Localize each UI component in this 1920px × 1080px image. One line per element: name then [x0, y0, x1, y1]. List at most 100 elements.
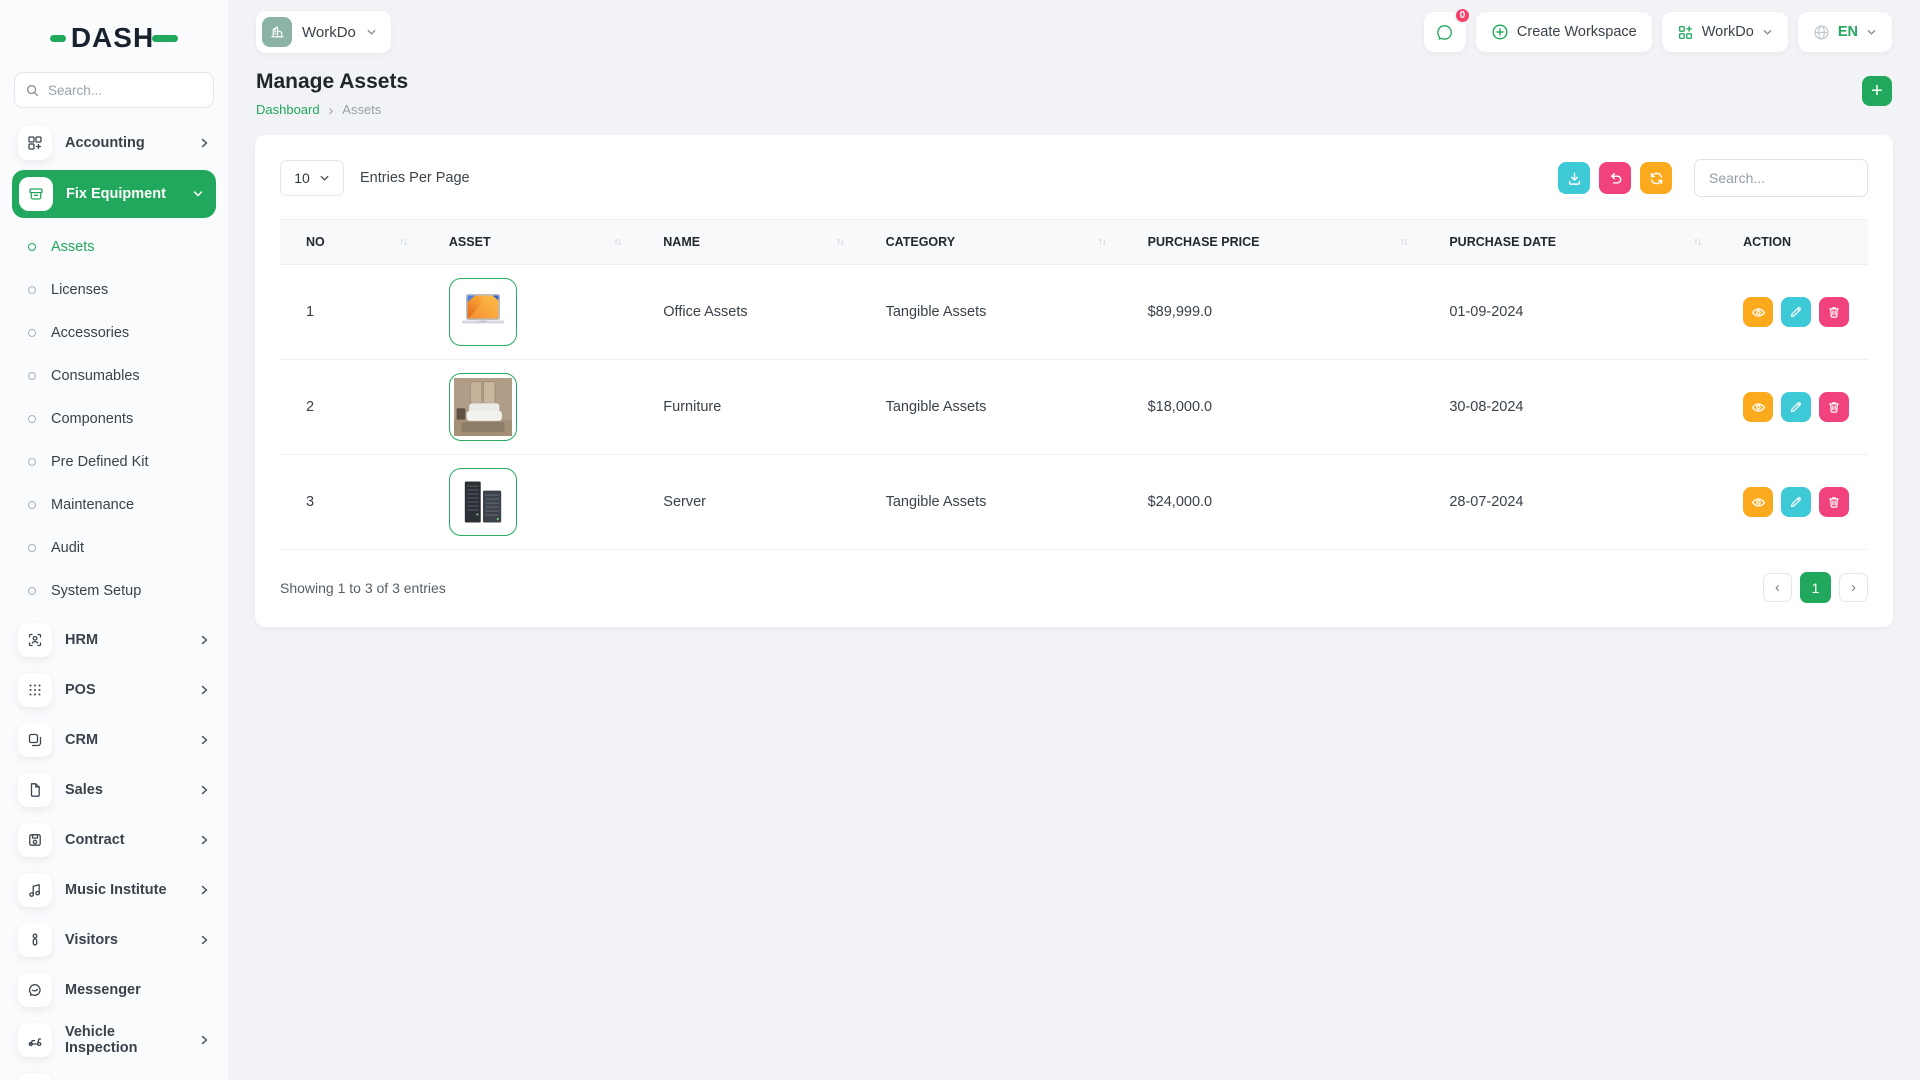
entries-per-page-label: Entries Per Page [360, 170, 470, 186]
sidebar-subitem-audit[interactable]: Audit [14, 526, 214, 569]
delete-button[interactable] [1819, 297, 1849, 327]
breadcrumb-dashboard-link[interactable]: Dashboard [256, 102, 320, 117]
sidebar-item-accounting[interactable]: Accounting [14, 118, 214, 168]
sort-icon [1098, 237, 1106, 248]
entries-per-page: 10 Entries Per Page [280, 160, 470, 196]
sidebar-search-input[interactable] [48, 83, 203, 98]
create-workspace-button[interactable]: Create Workspace [1476, 12, 1652, 52]
grid-plus-icon [1677, 24, 1694, 41]
workspace-switcher-button[interactable]: WorkDo [256, 11, 391, 53]
pagination: 1 [1763, 572, 1868, 603]
edit-button[interactable] [1781, 487, 1811, 517]
trash-icon [1827, 400, 1841, 414]
column-header-no[interactable]: NO [280, 220, 423, 265]
subitem-label: Accessories [51, 325, 129, 341]
asset-image-furniture[interactable] [449, 373, 517, 441]
bullet-icon [28, 286, 36, 294]
column-header-asset[interactable]: ASSET [423, 220, 637, 265]
sidebar-subitem-licenses[interactable]: Licenses [14, 268, 214, 311]
entries-per-page-value: 10 [294, 170, 310, 186]
previous-page-button[interactable] [1763, 573, 1792, 602]
sidebar-subitem-system-setup[interactable]: System Setup [14, 569, 214, 612]
reset-button[interactable] [1599, 162, 1631, 194]
sidebar-item-music-institute[interactable]: Music Institute [14, 865, 214, 915]
breadcrumb-separator-icon [329, 103, 334, 117]
current-page-button[interactable]: 1 [1800, 572, 1831, 603]
sidebar-item-vehicle-inspection[interactable]: Vehicle Inspection [14, 1015, 214, 1065]
sidebar-subitem-accessories[interactable]: Accessories [14, 311, 214, 354]
chevron-down-icon [192, 188, 204, 200]
view-button[interactable] [1743, 487, 1773, 517]
delete-button[interactable] [1819, 487, 1849, 517]
sidebar-item-label: Contract [65, 832, 185, 848]
sidebar-item-hrm[interactable]: HRM [14, 615, 214, 665]
messages-button[interactable]: 0 [1424, 12, 1466, 52]
sidebar-subitem-maintenance[interactable]: Maintenance [14, 483, 214, 526]
pencil-icon [1789, 305, 1803, 319]
sidebar-item-sales[interactable]: Sales [14, 765, 214, 815]
asset-image-laptop[interactable] [449, 278, 517, 346]
table-header-row: NO ASSET NAME CATEGORY PURCHASE PRICE PU… [280, 220, 1868, 265]
bullet-icon [28, 415, 36, 423]
fix-equipment-icon [19, 177, 53, 211]
globe-icon [1813, 24, 1830, 41]
download-icon [1567, 171, 1582, 186]
entries-per-page-select[interactable]: 10 [280, 160, 344, 196]
row-actions [1743, 392, 1854, 422]
create-workspace-label: Create Workspace [1517, 24, 1637, 40]
chevron-right-icon [198, 137, 210, 149]
column-header-purchase-price[interactable]: PURCHASE PRICE [1122, 220, 1424, 265]
sidebar-subitem-assets[interactable]: Assets [14, 225, 214, 268]
next-page-button[interactable] [1839, 573, 1868, 602]
language-code: EN [1838, 24, 1858, 40]
chat-bubble-icon [1435, 23, 1454, 42]
sidebar-item-helpdesk[interactable]: Helpdesk [14, 1065, 214, 1080]
accounting-icon [18, 126, 52, 160]
subitem-label: Consumables [51, 368, 140, 384]
add-asset-button[interactable] [1862, 76, 1892, 106]
bullet-icon [28, 243, 36, 251]
row-actions [1743, 487, 1854, 517]
person-icon [18, 923, 52, 957]
sidebar-item-label: Music Institute [65, 882, 185, 898]
card-toolbar: 10 Entries Per Page [280, 159, 1868, 197]
page-title-block: Manage Assets Dashboard Assets [256, 70, 408, 117]
sidebar-subitem-consumables[interactable]: Consumables [14, 354, 214, 397]
view-button[interactable] [1743, 297, 1773, 327]
view-button[interactable] [1743, 392, 1773, 422]
edit-button[interactable] [1781, 297, 1811, 327]
bullet-icon [28, 587, 36, 595]
contract-icon [18, 823, 52, 857]
bullet-icon [28, 458, 36, 466]
table-search-input[interactable] [1694, 159, 1868, 197]
sort-icon [614, 237, 622, 248]
chevron-right-icon [198, 784, 210, 796]
sidebar-subitem-components[interactable]: Components [14, 397, 214, 440]
workdo-menu-button[interactable]: WorkDo [1662, 12, 1788, 52]
subitem-label: System Setup [51, 583, 141, 599]
sidebar-subitem-pre-defined-kit[interactable]: Pre Defined Kit [14, 440, 214, 483]
sidebar-item-pos[interactable]: POS [14, 665, 214, 715]
chevron-right-icon [198, 934, 210, 946]
asset-image-server[interactable] [449, 468, 517, 536]
sidebar: DASH Accounting Fix Equipment Assets Lic… [0, 0, 228, 1080]
column-header-name[interactable]: NAME [637, 220, 859, 265]
export-button[interactable] [1558, 162, 1590, 194]
column-header-category[interactable]: CATEGORY [860, 220, 1122, 265]
language-selector-button[interactable]: EN [1798, 12, 1892, 52]
refresh-button[interactable] [1640, 162, 1672, 194]
sidebar-item-contract[interactable]: Contract [14, 815, 214, 865]
delete-button[interactable] [1819, 392, 1849, 422]
column-header-purchase-date[interactable]: PURCHASE DATE [1423, 220, 1717, 265]
subitem-label: Pre Defined Kit [51, 454, 149, 470]
eye-icon [1751, 495, 1766, 510]
sidebar-item-messenger[interactable]: Messenger [14, 965, 214, 1015]
workdo-menu-label: WorkDo [1702, 24, 1754, 40]
sales-icon [18, 773, 52, 807]
sidebar-item-crm[interactable]: CRM [14, 715, 214, 765]
sidebar-item-label: Accounting [65, 135, 185, 151]
edit-button[interactable] [1781, 392, 1811, 422]
sidebar-item-visitors[interactable]: Visitors [14, 915, 214, 965]
sidebar-item-fix-equipment[interactable]: Fix Equipment [12, 170, 216, 218]
topbar-right: 0 Create Workspace WorkDo EN [1424, 12, 1892, 52]
